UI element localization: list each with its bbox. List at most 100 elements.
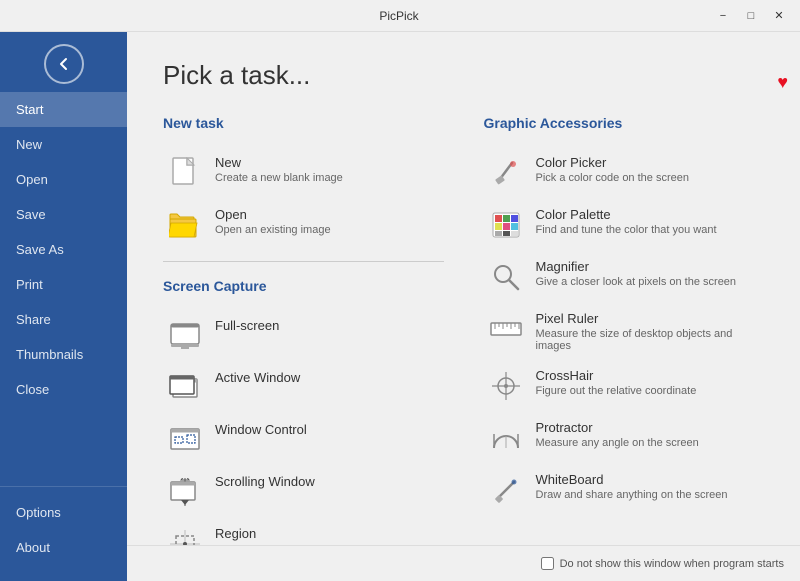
- sidebar-item-start[interactable]: Start: [0, 92, 127, 127]
- no-show-checkbox[interactable]: [541, 557, 554, 570]
- active-window-icon: [167, 370, 203, 406]
- magnifier-text: Magnifier Give a closer look at pixels o…: [536, 259, 761, 288]
- open-task-text: Open Open an existing image: [215, 207, 440, 236]
- fullscreen-text: Full-screen: [215, 318, 440, 335]
- open-task-name: Open: [215, 207, 440, 222]
- region-text: Region: [215, 526, 440, 543]
- pixel-ruler-icon: [488, 311, 524, 347]
- new-task-text: New Create a new blank image: [215, 155, 440, 184]
- protractor-item[interactable]: Protractor Measure any angle on the scre…: [484, 412, 765, 464]
- sidebar-item-close[interactable]: Close: [0, 372, 127, 407]
- color-picker-text: Color Picker Pick a color code on the sc…: [536, 155, 761, 184]
- crosshair-name: CrossHair: [536, 368, 761, 383]
- new-task-item[interactable]: New Create a new blank image: [163, 147, 444, 199]
- open-task-item[interactable]: Open Open an existing image: [163, 199, 444, 251]
- active-window-text: Active Window: [215, 370, 440, 387]
- pixel-ruler-desc: Measure the size of desktop objects and …: [536, 328, 761, 352]
- new-task-name: New: [215, 155, 440, 170]
- whiteboard-desc: Draw and share anything on the screen: [536, 489, 761, 501]
- content-area: ♥ Pick a task... New task: [127, 32, 800, 581]
- sidebar-item-thumbnails[interactable]: Thumbnails: [0, 337, 127, 372]
- titlebar-title: PicPick: [88, 9, 710, 23]
- crosshair-desc: Figure out the relative coordinate: [536, 385, 761, 397]
- sidebar-bottom: Options About: [0, 495, 127, 581]
- heart-icon: ♥: [777, 72, 788, 93]
- open-task-desc: Open an existing image: [215, 224, 440, 236]
- bottom-bar: Do not show this window when program sta…: [127, 545, 800, 581]
- color-picker-icon: [488, 155, 524, 191]
- new-task-desc: Create a new blank image: [215, 172, 440, 184]
- left-column: New task New Create a new blank image: [163, 115, 444, 581]
- region-name: Region: [215, 526, 440, 541]
- magnifier-name: Magnifier: [536, 259, 761, 274]
- whiteboard-text: WhiteBoard Draw and share anything on th…: [536, 472, 761, 501]
- sidebar-item-options[interactable]: Options: [0, 495, 127, 530]
- magnifier-item[interactable]: Magnifier Give a closer look at pixels o…: [484, 251, 765, 303]
- sidebar: Start New Open Save Save As Print Share …: [0, 32, 127, 581]
- fullscreen-icon: [167, 318, 203, 354]
- color-palette-item[interactable]: Color Palette Find and tune the color th…: [484, 199, 765, 251]
- new-task-icon: [167, 155, 203, 191]
- protractor-name: Protractor: [536, 420, 761, 435]
- window-control-icon: [167, 422, 203, 458]
- magnifier-desc: Give a closer look at pixels on the scre…: [536, 276, 761, 288]
- open-task-icon: [167, 207, 203, 243]
- page-title: Pick a task...: [163, 60, 764, 91]
- color-picker-name: Color Picker: [536, 155, 761, 170]
- color-picker-item[interactable]: Color Picker Pick a color code on the sc…: [484, 147, 765, 199]
- pixel-ruler-name: Pixel Ruler: [536, 311, 761, 326]
- sidebar-item-new[interactable]: New: [0, 127, 127, 162]
- fullscreen-name: Full-screen: [215, 318, 440, 333]
- window-control-text: Window Control: [215, 422, 440, 439]
- active-window-item[interactable]: Active Window: [163, 362, 444, 414]
- color-palette-icon: [488, 207, 524, 243]
- graphic-accessories-title: Graphic Accessories: [484, 115, 765, 131]
- scrolling-window-icon: [167, 474, 203, 510]
- crosshair-item[interactable]: CrossHair Figure out the relative coordi…: [484, 360, 765, 412]
- minimize-button[interactable]: −: [710, 6, 736, 26]
- scrolling-window-item[interactable]: Scrolling Window: [163, 466, 444, 518]
- window-control-item[interactable]: Window Control: [163, 414, 444, 466]
- color-palette-name: Color Palette: [536, 207, 761, 222]
- main-container: Start New Open Save Save As Print Share …: [0, 32, 800, 581]
- active-window-name: Active Window: [215, 370, 440, 385]
- whiteboard-item[interactable]: WhiteBoard Draw and share anything on th…: [484, 464, 765, 516]
- section-divider: [163, 261, 444, 262]
- back-button[interactable]: [44, 44, 84, 84]
- crosshair-text: CrossHair Figure out the relative coordi…: [536, 368, 761, 397]
- screen-capture-section-title: Screen Capture: [163, 278, 444, 294]
- sidebar-item-save-as[interactable]: Save As: [0, 232, 127, 267]
- right-column: Graphic Accessories Color Picker Pick a …: [484, 115, 765, 581]
- sidebar-item-share[interactable]: Share: [0, 302, 127, 337]
- sidebar-item-open[interactable]: Open: [0, 162, 127, 197]
- protractor-desc: Measure any angle on the screen: [536, 437, 761, 449]
- crosshair-icon: [488, 368, 524, 404]
- fullscreen-item[interactable]: Full-screen: [163, 310, 444, 362]
- window-control-name: Window Control: [215, 422, 440, 437]
- protractor-text: Protractor Measure any angle on the scre…: [536, 420, 761, 449]
- sidebar-item-print[interactable]: Print: [0, 267, 127, 302]
- sidebar-nav: Start New Open Save Save As Print Share …: [0, 92, 127, 581]
- checkbox-label[interactable]: Do not show this window when program sta…: [541, 557, 784, 570]
- color-picker-desc: Pick a color code on the screen: [536, 172, 761, 184]
- sidebar-divider: [0, 486, 127, 487]
- new-task-section-title: New task: [163, 115, 444, 131]
- pixel-ruler-text: Pixel Ruler Measure the size of desktop …: [536, 311, 761, 352]
- protractor-icon: [488, 420, 524, 456]
- magnifier-icon: [488, 259, 524, 295]
- whiteboard-name: WhiteBoard: [536, 472, 761, 487]
- sidebar-item-save[interactable]: Save: [0, 197, 127, 232]
- sidebar-item-about[interactable]: About: [0, 530, 127, 565]
- maximize-button[interactable]: □: [738, 6, 764, 26]
- titlebar-controls: − □ ✕: [710, 6, 792, 26]
- scrolling-window-name: Scrolling Window: [215, 474, 440, 489]
- columns-container: New task New Create a new blank image: [163, 115, 764, 581]
- whiteboard-icon: [488, 472, 524, 508]
- color-palette-desc: Find and tune the color that you want: [536, 224, 761, 236]
- close-button[interactable]: ✕: [766, 6, 792, 26]
- titlebar: PicPick − □ ✕: [0, 0, 800, 32]
- scrolling-window-text: Scrolling Window: [215, 474, 440, 491]
- color-palette-text: Color Palette Find and tune the color th…: [536, 207, 761, 236]
- pixel-ruler-item[interactable]: Pixel Ruler Measure the size of desktop …: [484, 303, 765, 360]
- checkbox-text: Do not show this window when program sta…: [560, 558, 784, 570]
